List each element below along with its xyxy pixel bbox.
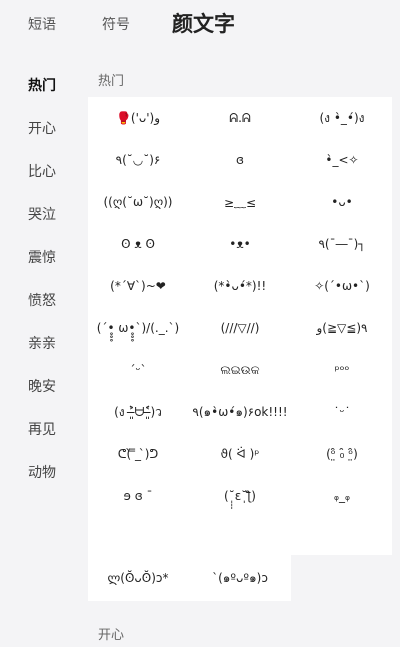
kaomoji-item[interactable]: ლ(ʘ̆ᴗʘ̆)ɔ* bbox=[88, 557, 188, 599]
category-sidebar: 热门 开心 比心 哭泣 震惊 愤怒 亲亲 晚安 再见 动物 bbox=[0, 50, 86, 647]
kaomoji-item[interactable]: ᵩ_ᵩ bbox=[292, 475, 392, 517]
sidebar-item-hot[interactable]: 热门 bbox=[28, 75, 56, 95]
kaomoji-item[interactable]: (ง •̀_•́)ง bbox=[292, 97, 392, 139]
kaomoji-item[interactable]: (˘̩̩̩ε˘̩ƪ) bbox=[190, 475, 290, 517]
tab-kaomoji[interactable]: 颜文字 bbox=[172, 8, 237, 38]
kaomoji-item[interactable]: ٩(≧▽≦)و bbox=[292, 307, 392, 349]
kaomoji-item[interactable]: •ᴗ• bbox=[292, 181, 392, 223]
kaomoji-item[interactable]: 🥊('ᴗ')و bbox=[88, 97, 188, 139]
sidebar-item-goodnight[interactable]: 晚安 bbox=[28, 376, 56, 396]
kaomoji-item[interactable]: ((ღ(˘ω˘)ღ)) bbox=[88, 181, 188, 223]
sidebar-item-kiss[interactable]: 亲亲 bbox=[28, 333, 56, 353]
tab-phrases[interactable]: 短语 bbox=[28, 14, 56, 34]
sidebar-item-bye[interactable]: 再见 bbox=[28, 419, 56, 439]
kaomoji-item[interactable]: •ᴥ• bbox=[190, 223, 290, 265]
kaomoji-item[interactable]: ٩(๑•̀ω•́๑)۶ok!!!! bbox=[190, 391, 290, 433]
kaomoji-item[interactable]: •̀_<✧ bbox=[292, 139, 392, 181]
sidebar-item-heart[interactable]: 比心 bbox=[28, 161, 56, 181]
kaomoji-item[interactable]: (*•̀ᴗ•́*)!! bbox=[190, 265, 290, 307]
sidebar-item-shock[interactable]: 震惊 bbox=[28, 247, 56, 267]
tab-symbols[interactable]: 符号 bbox=[102, 14, 130, 34]
kaomoji-item[interactable]: ٩(¯―¯)┐ bbox=[292, 223, 392, 265]
sidebar-item-angry[interactable]: 愤怒 bbox=[28, 290, 56, 310]
top-tab-bar: 短语 符号 颜文字 bbox=[0, 0, 400, 50]
sidebar-item-animal[interactable]: 动物 bbox=[28, 462, 56, 482]
kaomoji-item[interactable]: ᕱ.ᕱ bbox=[190, 97, 290, 139]
kaomoji-item[interactable]: ≥﹏≤ bbox=[190, 181, 290, 223]
kaomoji-item[interactable]: ᕦ(̀ ̿_ ̀)ᕤ bbox=[88, 433, 188, 475]
kaomoji-item[interactable]: ʘ ᴥ ʘ bbox=[88, 223, 188, 265]
sidebar-item-cry[interactable]: 哭泣 bbox=[28, 204, 56, 224]
kaomoji-item[interactable]: (ᵒ̤̑ ₀̑ ᵒ̤̑) bbox=[292, 433, 392, 475]
kaomoji-item[interactable]: (///▽//) bbox=[190, 307, 290, 349]
sidebar-item-happy[interactable]: 开心 bbox=[28, 118, 56, 138]
section-title-happy: 开心 bbox=[98, 628, 125, 643]
kaomoji-item[interactable]: (*´∀`)~❤ bbox=[88, 265, 188, 307]
kaomoji-item[interactable]: ɘ ɞ ¯ bbox=[88, 475, 188, 517]
kaomoji-item[interactable]: ˙ᵕ˙ bbox=[292, 391, 392, 433]
kaomoji-item[interactable]: ✧(ˊ•ω•ˋ) bbox=[292, 265, 392, 307]
kaomoji-item[interactable]: ᵖᵒᵒ bbox=[292, 349, 392, 391]
kaomoji-item[interactable]: ˊᵕˋ bbox=[88, 349, 188, 391]
kaomoji-item[interactable]: ٩(˘◡˘)۶ bbox=[88, 139, 188, 181]
section-title-hot: 热门 bbox=[98, 74, 125, 89]
kaomoji-item[interactable]: ɞ bbox=[190, 139, 290, 181]
kaomoji-item[interactable]: (ง ˃̶͈̀ᗨ˂̶͈́)ว bbox=[88, 391, 188, 433]
kaomoji-item[interactable]: ϑ( ᐛ )ᵖ bbox=[190, 433, 290, 475]
kaomoji-item[interactable]: `(๑ºᴗº๑)ɔ bbox=[190, 557, 290, 599]
kaomoji-item[interactable]: (´•̥̥̥ ω•̥̥̥`)/(._.`) bbox=[88, 307, 188, 349]
kaomoji-item[interactable]: ଲଇଉକ bbox=[190, 349, 290, 391]
